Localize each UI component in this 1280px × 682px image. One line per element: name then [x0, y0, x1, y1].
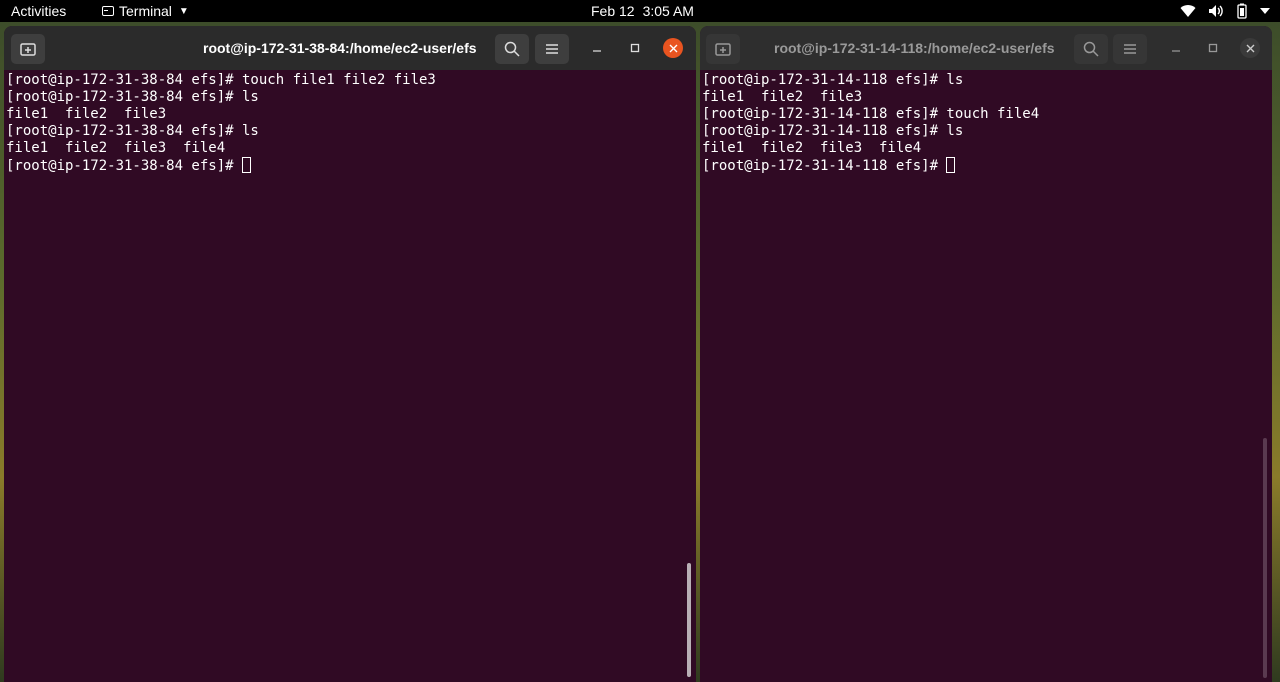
menu-button[interactable]	[535, 34, 569, 64]
terminal-app-icon	[102, 6, 114, 16]
new-tab-icon	[715, 43, 731, 56]
terminal-window-left[interactable]: root@ip-172-31-38-84:/home/ec2-user/efs …	[4, 26, 696, 682]
text-cursor	[946, 157, 956, 173]
terminal-line: [root@ip-172-31-38-84 efs]# ls	[6, 123, 259, 139]
terminal-line: [root@ip-172-31-38-84 efs]# touch file1 …	[6, 72, 436, 88]
scrollbar-left[interactable]	[687, 563, 691, 677]
maximize-button[interactable]	[626, 39, 644, 57]
titlebar-left[interactable]: root@ip-172-31-38-84:/home/ec2-user/efs	[4, 26, 696, 70]
window-title: root@ip-172-31-14-118:/home/ec2-user/efs	[774, 40, 1055, 56]
search-button[interactable]	[1074, 34, 1108, 64]
maximize-icon	[1208, 43, 1218, 53]
terminal-prompt: [root@ip-172-31-38-84 efs]#	[6, 158, 243, 174]
battery-icon	[1236, 3, 1248, 19]
maximize-icon	[630, 43, 640, 53]
new-tab-icon	[20, 43, 36, 56]
hamburger-icon	[1124, 44, 1136, 54]
top-bar: Activities Terminal ▼ Feb 12 3:05 AM	[0, 0, 1280, 22]
app-menu[interactable]: Terminal ▼	[102, 3, 189, 19]
app-menu-label: Terminal	[119, 3, 172, 19]
clock-time: 3:05 AM	[642, 3, 694, 19]
close-button[interactable]	[663, 38, 683, 58]
wifi-icon	[1180, 4, 1196, 18]
search-icon	[504, 41, 520, 57]
titlebar-right[interactable]: root@ip-172-31-14-118:/home/ec2-user/efs	[700, 26, 1272, 70]
terminal-line: [root@ip-172-31-14-118 efs]# ls	[702, 72, 964, 88]
volume-icon	[1208, 4, 1224, 18]
terminal-line: [root@ip-172-31-14-118 efs]# ls	[702, 123, 964, 139]
terminal-output-right[interactable]: [root@ip-172-31-14-118 efs]# ls file1 fi…	[702, 72, 1272, 682]
search-icon	[1083, 41, 1099, 57]
terminal-line: file1 file2 file3	[6, 106, 167, 122]
clock[interactable]: Feb 12 3:05 AM	[591, 3, 694, 19]
chevron-down-icon: ▼	[178, 5, 189, 17]
terminal-window-right[interactable]: root@ip-172-31-14-118:/home/ec2-user/efs…	[700, 26, 1272, 682]
close-icon	[669, 44, 677, 52]
minimize-button[interactable]	[1167, 39, 1185, 57]
minimize-button[interactable]	[588, 39, 606, 57]
system-tray[interactable]	[1180, 3, 1270, 19]
new-tab-button[interactable]	[706, 34, 740, 64]
window-title: root@ip-172-31-38-84:/home/ec2-user/efs	[203, 40, 477, 56]
text-cursor	[242, 157, 252, 173]
terminal-line: file1 file2 file3 file4	[6, 140, 226, 156]
terminal-output-left[interactable]: [root@ip-172-31-38-84 efs]# touch file1 …	[6, 72, 696, 682]
terminal-line: [root@ip-172-31-14-118 efs]# touch file4	[702, 106, 1040, 122]
search-button[interactable]	[495, 34, 529, 64]
minimize-icon	[593, 50, 601, 52]
terminal-line: [root@ip-172-31-38-84 efs]# ls	[6, 89, 259, 105]
maximize-button[interactable]	[1204, 39, 1222, 57]
activities-button[interactable]: Activities	[11, 3, 66, 19]
terminal-prompt-line[interactable]: [root@ip-172-31-38-84 efs]#	[6, 157, 696, 174]
terminal-prompt-line[interactable]: [root@ip-172-31-14-118 efs]#	[702, 157, 1272, 174]
terminal-line: file1 file2 file3	[702, 89, 863, 105]
hamburger-icon	[546, 44, 558, 54]
terminal-prompt: [root@ip-172-31-14-118 efs]#	[702, 158, 947, 174]
new-tab-button[interactable]	[11, 34, 45, 64]
system-menu-chevron-icon	[1260, 7, 1270, 15]
menu-button[interactable]	[1113, 34, 1147, 64]
close-button[interactable]	[1240, 38, 1260, 58]
terminal-line: file1 file2 file3 file4	[702, 140, 922, 156]
clock-date: Feb 12	[591, 3, 635, 19]
close-icon	[1246, 44, 1254, 52]
scrollbar-right[interactable]	[1263, 438, 1267, 678]
minimize-icon	[1172, 50, 1180, 52]
